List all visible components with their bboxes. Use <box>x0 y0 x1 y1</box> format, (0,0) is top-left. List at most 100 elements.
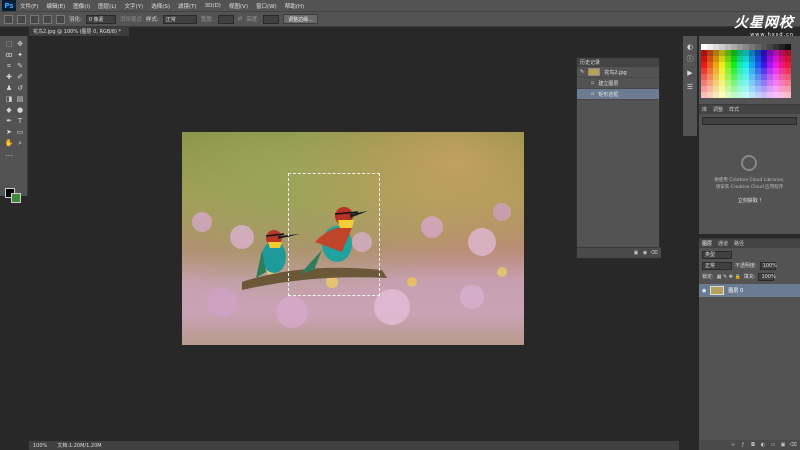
new-selection-icon[interactable] <box>17 14 26 24</box>
watermark-logo: 火星网校 www.hxsd.cn <box>704 12 794 38</box>
mask-icon[interactable]: ◘ <box>750 442 756 448</box>
adjustment-icon[interactable]: ◐ <box>760 442 766 448</box>
healing-icon[interactable]: ✚ <box>4 72 14 82</box>
intersect-selection-icon[interactable] <box>56 14 65 24</box>
link-icon[interactable]: ∞ <box>730 442 736 448</box>
swap-icon[interactable]: ⇄ <box>238 16 243 22</box>
subtract-selection-icon[interactable] <box>43 14 52 24</box>
menu-view[interactable]: 视图(V) <box>225 2 252 10</box>
background-color-swatch[interactable] <box>11 193 21 203</box>
trash-icon[interactable]: ⌫ <box>789 442 796 448</box>
eraser-icon[interactable]: ◨ <box>4 94 14 104</box>
history-brush-source-icon[interactable]: ✎ <box>580 69 584 75</box>
fill-label: 填充: <box>743 274 756 280</box>
marquee-icon[interactable]: ⬚ <box>4 39 14 49</box>
menu-type[interactable]: 文字(Y) <box>121 2 148 10</box>
height-input[interactable] <box>263 14 280 24</box>
history-item-label: 花鸟2.jpg <box>604 69 627 76</box>
pen-icon[interactable]: ✒ <box>4 116 14 126</box>
lock-label: 锁定: <box>702 274 714 280</box>
menu-layer[interactable]: 图层(L) <box>94 2 120 10</box>
dodge-icon[interactable]: ● <box>15 105 25 115</box>
menu-edit[interactable]: 编辑(E) <box>42 2 69 10</box>
layers-panel: 图层 通道 路径 类型 正常 不透明度: 100% 锁定: ▦ ✎ ✥ 🔒 填充… <box>699 238 800 450</box>
libraries-message-2: 请安装 Creative Cloud 应用程序 <box>715 185 784 190</box>
brush-icon[interactable]: ✐ <box>15 72 25 82</box>
menu-select[interactable]: 选择(S) <box>147 2 174 10</box>
new-document-icon[interactable]: ▣ <box>633 250 639 256</box>
libraries-message: 要使用 Creative Cloud Libraries, <box>714 178 785 183</box>
hand-icon[interactable]: ✋ <box>4 138 14 148</box>
crop-icon[interactable]: ⌗ <box>4 61 14 71</box>
layers-tabs: 图层 通道 路径 <box>699 239 800 248</box>
swatch-cell[interactable] <box>785 92 791 98</box>
height-label: 高度: <box>246 17 260 23</box>
eyedropper-icon[interactable]: ✎ <box>15 61 25 71</box>
history-snapshot[interactable]: ✎ 花鸟2.jpg <box>577 67 659 78</box>
menu-filter[interactable]: 滤镜(T) <box>174 2 201 10</box>
swatch-grid[interactable] <box>701 44 791 98</box>
style-select[interactable]: 正常 <box>162 14 197 24</box>
info-panel-icon[interactable]: ⓘ <box>685 54 695 64</box>
opacity-input[interactable]: 100% <box>759 261 777 270</box>
camera-snapshot-icon[interactable]: ◉ <box>642 250 648 256</box>
tab-layers[interactable]: 图层 <box>702 240 712 247</box>
blend-mode-select[interactable]: 正常 <box>702 261 732 270</box>
feather-input[interactable]: 0 像素 <box>85 14 116 24</box>
get-now-link[interactable]: 立刻获取 ! <box>703 197 796 204</box>
tab-adjustments[interactable]: 调整 <box>713 106 723 113</box>
width-input[interactable] <box>217 14 234 24</box>
zoom-level[interactable]: 100% <box>33 443 47 449</box>
lock-icons[interactable]: ▦ ✎ ✥ 🔒 <box>717 274 741 280</box>
feather-label: 羽化: <box>69 17 82 23</box>
menu-window[interactable]: 窗口(W) <box>252 2 281 10</box>
panel-icon-strip: ◐ ⓘ ▶ ☰ <box>683 36 697 136</box>
history-item-selected[interactable]: ▫ 矩形选框 <box>577 89 659 100</box>
path-select-icon[interactable]: ➤ <box>4 127 14 137</box>
menu-image[interactable]: 图像(I) <box>69 2 94 10</box>
history-tab[interactable]: 历史记录 <box>577 58 659 67</box>
layer-filter-select[interactable]: 类型 <box>702 250 732 259</box>
tab-libraries[interactable]: 库 <box>702 106 707 113</box>
menu-3d[interactable]: 3D(D) <box>201 3 225 9</box>
photoshop-logo-icon: Ps <box>2 0 16 11</box>
document-tab[interactable]: 花鸟2.jpg @ 100% (图层 0, RGB/8) * <box>29 27 129 36</box>
shape-icon[interactable]: ▭ <box>15 127 25 137</box>
move-icon[interactable]: ✥ <box>15 39 25 49</box>
tab-channels[interactable]: 通道 <box>718 240 728 247</box>
trash-icon[interactable]: ⌫ <box>650 250 657 256</box>
fill-input[interactable]: 100% <box>758 272 776 281</box>
actions-panel-icon[interactable]: ▶ <box>685 68 695 78</box>
eye-icon[interactable]: ◉ <box>702 288 706 294</box>
opacity-label: 不透明度: <box>735 263 757 269</box>
folder-icon[interactable]: ▭ <box>770 442 776 448</box>
new-layer-icon[interactable]: ▣ <box>780 442 786 448</box>
refine-edge-button[interactable]: 调整边缘... <box>283 14 318 24</box>
menu-help[interactable]: 帮助(H) <box>281 2 308 10</box>
menu-file[interactable]: 文件(F) <box>16 2 42 10</box>
document-info[interactable]: 文档:1.20M/1.20M <box>57 442 101 449</box>
type-icon[interactable]: T <box>15 116 25 126</box>
antialias-checkbox[interactable]: 消除锯齿 <box>120 15 142 23</box>
history-brush-icon[interactable]: ↺ <box>15 83 25 93</box>
stamp-icon[interactable]: ♟ <box>4 83 14 93</box>
layer-row[interactable]: ◉ 图层 0 <box>699 284 800 297</box>
gradient-icon[interactable]: ▤ <box>15 94 25 104</box>
lasso-icon[interactable]: ꝏ <box>4 50 14 60</box>
history-item[interactable]: ▫ 建立图层 <box>577 78 659 89</box>
rectangular-selection[interactable] <box>288 173 380 296</box>
color-panel-icon[interactable]: ◐ <box>685 42 695 52</box>
fx-icon[interactable]: ƒ <box>740 442 746 448</box>
marquee-preset-icon[interactable] <box>4 14 13 24</box>
zoom-icon[interactable]: ⌕ <box>15 138 25 148</box>
magic-wand-icon[interactable]: ✦ <box>15 50 25 60</box>
tab-styles[interactable]: 样式 <box>729 106 739 113</box>
tab-paths[interactable]: 路径 <box>734 240 744 247</box>
blur-icon[interactable]: ◆ <box>4 105 14 115</box>
more-tools-icon[interactable]: … <box>4 149 14 159</box>
properties-panel-icon[interactable]: ☰ <box>685 82 695 92</box>
layer-thumbnail <box>710 286 725 295</box>
layer-name[interactable]: 图层 0 <box>728 287 743 294</box>
library-select[interactable] <box>702 117 797 125</box>
add-selection-icon[interactable] <box>30 14 39 24</box>
